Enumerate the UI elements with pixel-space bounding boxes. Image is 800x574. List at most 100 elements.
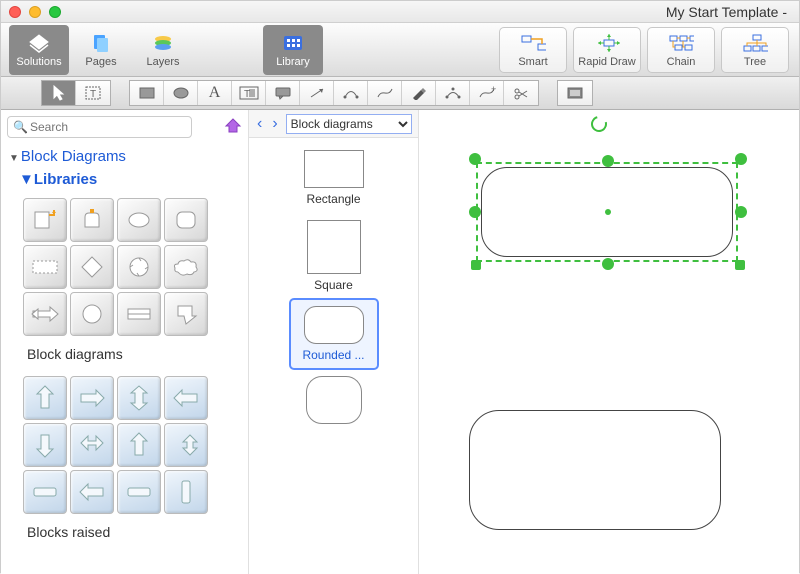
lib-thumb <box>117 470 161 514</box>
lib-thumb <box>117 245 161 289</box>
tree-icon <box>742 32 768 54</box>
arc-tool[interactable] <box>334 81 368 105</box>
chain-icon <box>668 32 694 54</box>
canvas-shape-rounded-2[interactable] <box>469 410 721 530</box>
smart-icon <box>520 32 546 54</box>
svg-text:T: T <box>244 89 250 100</box>
lib-thumb <box>117 198 161 242</box>
chain-label: Chain <box>667 56 696 68</box>
misc-segment <box>557 80 593 106</box>
shape-rectangle-label: Rectangle <box>306 192 360 206</box>
rotate-handle[interactable] <box>588 113 610 135</box>
layers-icon <box>150 32 176 54</box>
canvas[interactable] <box>419 110 799 574</box>
resize-handle-nw[interactable] <box>469 153 481 165</box>
rounded-rect-icon <box>304 306 364 344</box>
window-title: My Start Template - <box>61 4 791 20</box>
tree-libraries[interactable]: ▼Libraries <box>1 167 248 194</box>
tree-root-label: Block Diagrams <box>21 148 126 165</box>
lib-thumb <box>23 245 67 289</box>
chain-button[interactable]: Chain <box>647 27 715 73</box>
resize-handle-n[interactable] <box>602 155 614 167</box>
stamp-tool[interactable] <box>558 81 592 105</box>
layers-button[interactable]: Layers <box>133 25 193 75</box>
lib-thumb <box>70 423 114 467</box>
library-block-diagrams-label: Block diagrams <box>1 340 248 372</box>
solutions-icon <box>26 32 52 54</box>
library-selector[interactable]: Block diagrams <box>286 114 412 134</box>
resize-handle-e[interactable] <box>735 206 747 218</box>
lib-thumb <box>70 376 114 420</box>
home-icon[interactable] <box>224 117 242 138</box>
shape-square[interactable]: Square <box>291 214 377 298</box>
library-blocks-raised[interactable] <box>1 372 248 518</box>
resize-handle-sw[interactable] <box>471 260 481 270</box>
square-icon <box>307 220 361 274</box>
lib-thumb <box>23 198 67 242</box>
rapid-draw-label: Rapid Draw <box>578 56 635 68</box>
rapid-draw-button[interactable]: Rapid Draw <box>573 27 641 73</box>
library-blocks-raised-label: Blocks raised <box>1 518 248 550</box>
pages-icon <box>88 32 114 54</box>
content-area: 🔍 ▼Block Diagrams ▼Libraries <box>1 110 799 574</box>
lib-thumb <box>164 198 208 242</box>
lib-forward-button[interactable]: › <box>270 115 279 133</box>
smart-button[interactable]: Smart <box>499 27 567 73</box>
library-block-diagrams[interactable] <box>1 194 248 340</box>
lib-thumb <box>70 470 114 514</box>
textbox-tool[interactable]: T <box>232 81 266 105</box>
shape-rounded-square[interactable] <box>291 370 377 430</box>
resize-handle-se[interactable] <box>735 260 745 270</box>
shape-rectangle[interactable]: Rectangle <box>291 144 377 212</box>
zoom-window-button[interactable] <box>49 6 61 18</box>
lib-thumb <box>23 376 67 420</box>
pen-tool[interactable] <box>402 81 436 105</box>
resize-handle-ne[interactable] <box>735 153 747 165</box>
solutions-button[interactable]: Solutions <box>9 25 69 75</box>
tree-root[interactable]: ▼Block Diagrams <box>1 140 248 167</box>
pages-button[interactable]: Pages <box>71 25 131 75</box>
tree-button[interactable]: Tree <box>721 27 789 73</box>
rapid-draw-icon <box>594 32 620 54</box>
center-handle[interactable] <box>605 209 611 215</box>
solutions-sidebar: 🔍 ▼Block Diagrams ▼Libraries <box>1 110 249 574</box>
text-area-tool[interactable]: T <box>76 81 110 105</box>
lib-thumb <box>164 376 208 420</box>
library-button[interactable]: Library <box>263 25 323 75</box>
minimize-window-button[interactable] <box>29 6 41 18</box>
lib-thumb <box>117 292 161 336</box>
lib-thumb <box>23 470 67 514</box>
shape-toolbar: T A T + <box>1 77 799 110</box>
main-toolbar: Solutions Pages Layers Library Smart <box>1 23 799 77</box>
titlebar: My Start Template - <box>1 1 799 23</box>
mode-segment: T <box>41 80 111 106</box>
lib-thumb <box>164 292 208 336</box>
lib-thumb <box>164 470 208 514</box>
pointer-tool[interactable] <box>42 81 76 105</box>
text-tool[interactable]: A <box>198 81 232 105</box>
lib-thumb <box>23 423 67 467</box>
library-label: Library <box>276 56 310 68</box>
library-panel: ‹ › Block diagrams Rectangle Square Roun… <box>249 110 419 574</box>
add-point-tool[interactable]: + <box>470 81 504 105</box>
scissors-tool[interactable] <box>504 81 538 105</box>
bezier-tool[interactable] <box>436 81 470 105</box>
rect-tool[interactable] <box>130 81 164 105</box>
disclosure-icon: ▼ <box>9 153 19 164</box>
search-icon: 🔍 <box>13 120 28 134</box>
search-input[interactable] <box>7 116 192 138</box>
shape-rounded[interactable]: Rounded ... <box>291 300 377 368</box>
line-tool[interactable] <box>300 81 334 105</box>
lib-thumb <box>117 376 161 420</box>
lib-back-button[interactable]: ‹ <box>255 115 264 133</box>
callout-tool[interactable] <box>266 81 300 105</box>
svg-text:+: + <box>491 86 496 94</box>
pages-label: Pages <box>85 56 116 68</box>
ellipse-tool[interactable] <box>164 81 198 105</box>
resize-handle-w[interactable] <box>469 206 481 218</box>
lib-thumb <box>117 423 161 467</box>
close-window-button[interactable] <box>9 6 21 18</box>
solutions-label: Solutions <box>16 56 61 68</box>
resize-handle-s[interactable] <box>602 258 614 270</box>
spline-tool[interactable] <box>368 81 402 105</box>
